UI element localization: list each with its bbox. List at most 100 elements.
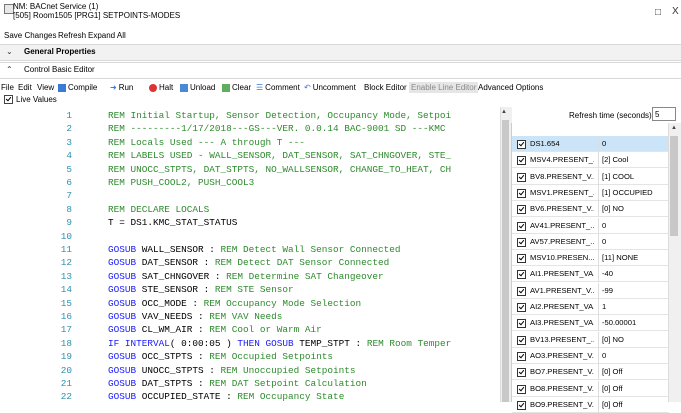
code-line[interactable]: 7 bbox=[0, 190, 500, 201]
code-text: REM Locals Used --- A through T --- bbox=[108, 137, 305, 148]
clear-button[interactable]: Clear bbox=[222, 83, 251, 92]
variable-row[interactable]: AO3.PRESENT_V... 0 bbox=[512, 347, 669, 364]
line-number: 8 bbox=[66, 203, 72, 215]
variable-checkbox[interactable] bbox=[517, 368, 526, 378]
variable-checkbox[interactable] bbox=[517, 205, 526, 215]
variable-checkbox[interactable] bbox=[517, 384, 526, 394]
variable-checkbox[interactable] bbox=[517, 303, 526, 312]
code-line[interactable]: 15 GOSUB OCC_MODE : REM Occupancy Mode Se… bbox=[0, 298, 500, 309]
expand-all-button[interactable]: Expand All bbox=[88, 31, 126, 40]
code-line[interactable]: 19 GOSUB OCC_STPTS : REM Occupied Setpoin… bbox=[0, 351, 500, 362]
file-menu[interactable]: File bbox=[1, 83, 14, 92]
enable-line-editor-button[interactable]: Enable Line Editor bbox=[409, 82, 479, 93]
variable-row[interactable]: MSV1.PRESENT_... [1] OCCUPIED bbox=[512, 184, 669, 201]
variable-checkbox[interactable] bbox=[517, 286, 526, 296]
variable-checkbox[interactable] bbox=[517, 254, 526, 264]
code-line[interactable]: 5 REM UNOCC_STPTS, DAT_STPTS, NO_WALLSENS… bbox=[0, 164, 500, 175]
advanced-options-button[interactable]: Advanced Options bbox=[478, 83, 543, 92]
code-line[interactable]: 9 T = DS1.KMC_STAT_STATUS bbox=[0, 217, 500, 228]
window-title-line1: NM: BACnet Service (1) bbox=[13, 2, 99, 11]
code-text: GOSUB WALL_SENSOR : REM Detect Wall Sens… bbox=[108, 244, 401, 255]
code-line[interactable]: 17 GOSUB CL_WM_AIR : REM Cool or Warm Air bbox=[0, 324, 500, 335]
close-icon[interactable]: X bbox=[672, 6, 679, 17]
variable-row[interactable]: AV57.PRESENT_... 0 bbox=[512, 233, 669, 250]
variable-checkbox[interactable] bbox=[517, 156, 526, 166]
code-line[interactable]: 6 REM PUSH_COOL2, PUSH_COOL3 bbox=[0, 177, 500, 188]
variable-checkbox[interactable] bbox=[517, 319, 526, 329]
code-line[interactable]: 22 GOSUB OCCUPIED_STATE : REM Occupancy S… bbox=[0, 391, 500, 402]
scroll-up-arrow-icon[interactable]: ▲ bbox=[501, 109, 507, 115]
save-changes-button[interactable]: Save Changes bbox=[4, 31, 56, 40]
compile-button[interactable]: Compile bbox=[58, 83, 97, 92]
block-editor-button[interactable]: Block Editor bbox=[364, 83, 407, 92]
variable-checkbox[interactable] bbox=[517, 140, 526, 149]
variable-row[interactable]: AI3.PRESENT_VA... -50.00001 bbox=[512, 315, 669, 332]
code-line[interactable]: 8 REM DECLARE LOCALS bbox=[0, 204, 500, 215]
code-text: GOSUB DAT_SENSOR : REM Detect DAT Sensor… bbox=[108, 257, 389, 268]
line-number: 9 bbox=[66, 217, 72, 229]
scroll-up-arrow-icon[interactable]: ▲ bbox=[671, 125, 677, 131]
variable-row[interactable]: MSV4.PRESENT_... [2] Cool bbox=[512, 152, 669, 169]
refresh-time-label: Refresh time (seconds) bbox=[569, 111, 652, 120]
variable-name: AO3.PRESENT_V... bbox=[530, 350, 594, 360]
variable-row[interactable]: BV13.PRESENT_... [0] NO bbox=[512, 331, 669, 348]
variable-row[interactable]: BO7.PRESENT_V... [0] Off bbox=[512, 364, 669, 381]
variable-row[interactable]: BV8.PRESENT_V... [1] COOL bbox=[512, 168, 669, 185]
code-text: GOSUB SAT_CHNGOVER : REM Determine SAT C… bbox=[108, 271, 384, 282]
code-identifier: VAV_NEEDS : bbox=[136, 311, 210, 322]
variable-row[interactable]: AV41.PRESENT_... 0 bbox=[512, 217, 669, 234]
live-values-checkbox[interactable]: Live Values bbox=[4, 95, 57, 104]
code-comment: REM DECLARE LOCALS bbox=[108, 203, 210, 215]
code-line[interactable]: 12 GOSUB DAT_SENSOR : REM Detect DAT Sens… bbox=[0, 257, 500, 268]
code-line[interactable]: 21 GOSUB DAT_STPTS : REM DAT Setpoint Cal… bbox=[0, 378, 500, 389]
variable-checkbox[interactable] bbox=[517, 400, 526, 410]
variable-row[interactable]: MSV10.PRESEN... [11] NONE bbox=[512, 250, 669, 267]
code-line[interactable]: 2 REM ---------1/17/2018---GS---VER. 0.0.… bbox=[0, 123, 500, 134]
maximize-icon[interactable]: □ bbox=[655, 7, 661, 18]
variable-checkbox[interactable] bbox=[517, 270, 526, 280]
comment-button[interactable]: ☰ Comment bbox=[256, 83, 300, 92]
code-text: REM DECLARE LOCALS bbox=[108, 204, 209, 215]
refresh-time-input[interactable] bbox=[652, 107, 676, 121]
halt-button[interactable]: Halt bbox=[149, 83, 173, 92]
code-line[interactable]: 1 REM Initial Startup, Sensor Detection, … bbox=[0, 110, 500, 121]
variable-checkbox[interactable] bbox=[517, 237, 526, 247]
general-properties-header[interactable]: ⌄ General Properties bbox=[0, 44, 681, 61]
variable-row[interactable]: DS1.654 0 bbox=[512, 136, 669, 152]
variable-row[interactable]: BO9.PRESENT_V... [0] Off bbox=[512, 396, 669, 413]
control-basic-editor-header[interactable]: ⌃ Control Basic Editor bbox=[0, 62, 681, 79]
uncomment-button[interactable]: ↶ Uncomment bbox=[304, 83, 356, 92]
variable-row[interactable]: AI2.PRESENT_VA... 1 bbox=[512, 299, 669, 315]
variable-row[interactable]: AI1.PRESENT_VA... -40 bbox=[512, 266, 669, 283]
variable-checkbox[interactable] bbox=[517, 221, 526, 231]
code-line[interactable]: 3 REM Locals Used --- A through T --- bbox=[0, 137, 500, 148]
code-line[interactable]: 14 GOSUB STE_SENSOR : REM STE Sensor bbox=[0, 284, 500, 295]
code-line[interactable]: 11 GOSUB WALL_SENSOR : REM Detect Wall Se… bbox=[0, 244, 500, 255]
variable-row[interactable]: AV1.PRESENT_V... -99 bbox=[512, 282, 669, 299]
unload-button[interactable]: Unload bbox=[180, 83, 215, 92]
variable-checkbox[interactable] bbox=[517, 351, 526, 361]
variable-name: BO9.PRESENT_V... bbox=[530, 399, 594, 409]
variable-checkbox[interactable] bbox=[517, 188, 526, 198]
variable-row[interactable]: BO8.PRESENT_V... [0] Off bbox=[512, 380, 669, 397]
code-line[interactable]: 20 GOSUB UNOCC_STPTS : REM Unoccupied Set… bbox=[0, 365, 500, 376]
refresh-button[interactable]: Refresh bbox=[58, 31, 86, 40]
view-menu[interactable]: View bbox=[37, 83, 54, 92]
run-button[interactable]: ➜ Run bbox=[110, 83, 133, 92]
edit-menu[interactable]: Edit bbox=[18, 83, 32, 92]
code-line[interactable]: 16 GOSUB VAV_NEEDS : REM VAV Needs bbox=[0, 311, 500, 322]
code-line[interactable]: 10 bbox=[0, 231, 500, 242]
variable-checkbox[interactable] bbox=[517, 335, 526, 345]
code-line[interactable]: 13 GOSUB SAT_CHNGOVER : REM Determine SAT… bbox=[0, 271, 500, 282]
line-number: 19 bbox=[60, 351, 72, 363]
variables-scrollbar-thumb[interactable] bbox=[670, 136, 678, 236]
code-line[interactable]: 4 REM LABELS USED - WALL_SENSOR, DAT_SENS… bbox=[0, 150, 500, 161]
variable-row[interactable]: BV6.PRESENT_V... [0] NO bbox=[512, 201, 669, 218]
code-line[interactable]: 18 IF INTERVAL( 0:00:05 ) THEN GOSUB TEMP… bbox=[0, 338, 500, 349]
code-text: IF INTERVAL( 0:00:05 ) THEN GOSUB TEMP_S… bbox=[108, 338, 451, 349]
editor-scrollbar-thumb[interactable] bbox=[502, 120, 509, 402]
code-editor[interactable]: 1 REM Initial Startup, Sensor Detection, … bbox=[0, 107, 511, 402]
variable-value: [0] NO bbox=[598, 201, 624, 218]
variable-checkbox[interactable] bbox=[517, 172, 526, 182]
comment-icon: ☰ bbox=[256, 83, 264, 92]
